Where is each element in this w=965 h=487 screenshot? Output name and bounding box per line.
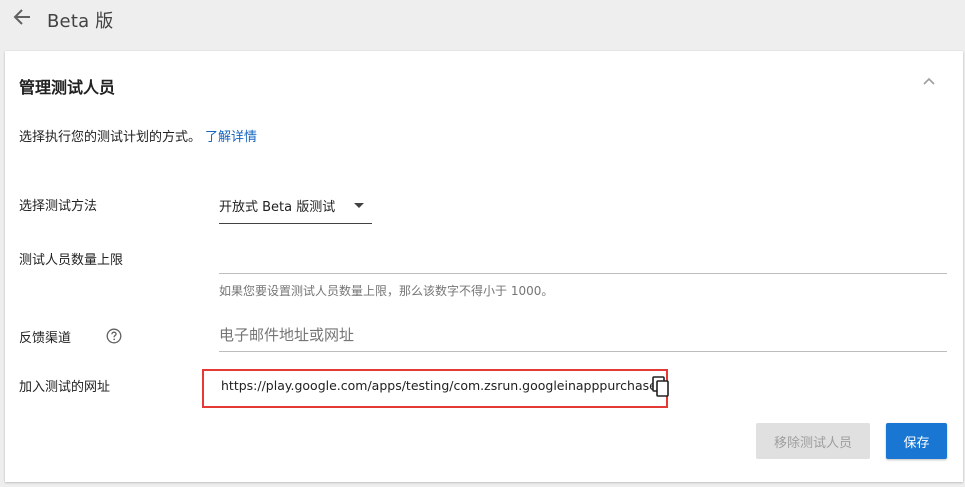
select-value: 开放式 Beta 版测试 [219, 200, 336, 215]
learn-more-link[interactable]: 了解详情 [205, 130, 257, 145]
chevron-up-icon[interactable] [920, 73, 938, 91]
remove-testers-button[interactable]: 移除测试人员 [756, 423, 870, 459]
top-bar: Beta 版 [0, 0, 965, 42]
copy-icon[interactable] [652, 376, 670, 398]
test-method-select[interactable]: 开放式 Beta 版测试 [219, 191, 372, 224]
test-url-text[interactable]: https://play.google.com/apps/testing/com… [221, 378, 657, 393]
limit-label: 测试人员数量上限 [19, 253, 124, 268]
url-label: 加入测试的网址 [19, 380, 111, 395]
feedback-channel-input[interactable] [219, 318, 947, 352]
back-arrow-icon[interactable] [11, 6, 33, 28]
save-button[interactable]: 保存 [886, 423, 947, 459]
method-label: 选择测试方法 [19, 199, 98, 214]
tester-limit-input[interactable] [219, 241, 947, 274]
description-text: 选择执行您的测试计划的方式。 [19, 130, 202, 145]
card-title: 管理测试人员 [19, 78, 116, 97]
help-icon[interactable] [106, 328, 122, 344]
test-url-highlight: https://play.google.com/apps/testing/com… [202, 369, 670, 408]
page-title: Beta 版 [47, 11, 114, 32]
limit-hint: 如果您要设置测试人员数量上限，那么该数字不得小于 1000。 [219, 284, 554, 298]
card-description: 选择执行您的测试计划的方式。 了解详情 [19, 126, 257, 145]
caret-down-icon [354, 203, 364, 208]
feedback-label: 反馈渠道 [19, 331, 72, 346]
manage-testers-card: 管理测试人员 选择执行您的测试计划的方式。 了解详情 选择测试方法 开放式 Bet… [5, 51, 963, 482]
